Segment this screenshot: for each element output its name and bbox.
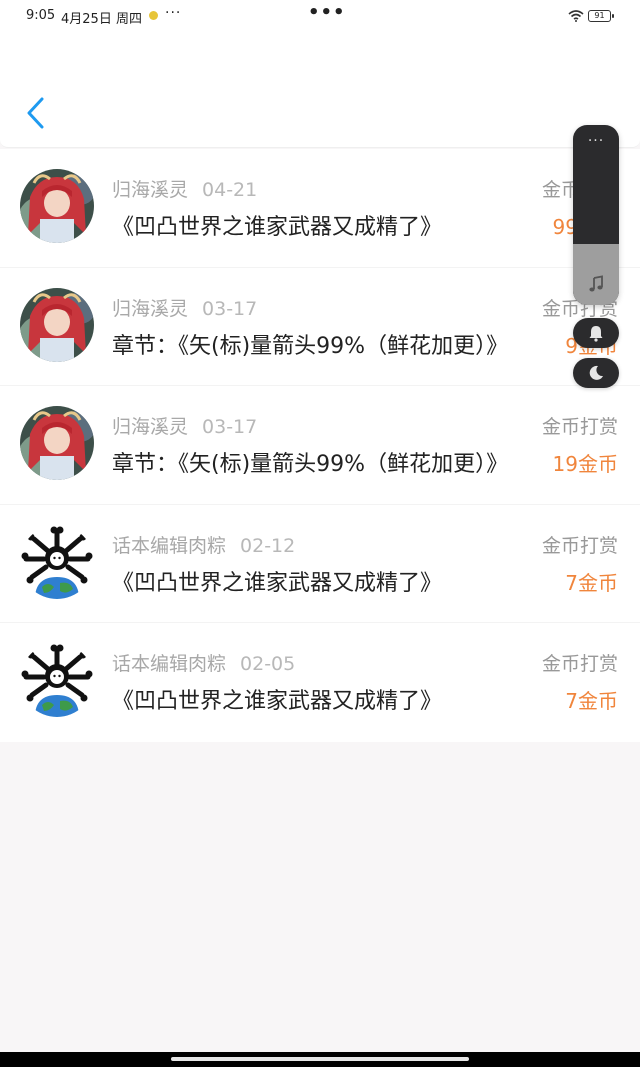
username: 归海溪灵 xyxy=(112,297,189,320)
record-meta: 归海溪灵 03-17 xyxy=(112,294,257,321)
record-meta: 归海溪灵 04-21 xyxy=(112,175,257,202)
reward-type: 金币打赏 xyxy=(541,653,618,675)
username: 归海溪灵 xyxy=(112,179,189,201)
user-avatar[interactable] xyxy=(20,287,94,362)
gesture-nav-bar xyxy=(0,1052,640,1067)
record-meta: 话本编辑肉粽 02-12 xyxy=(112,531,295,558)
wifi-icon xyxy=(568,10,584,22)
work-title: 《凹凸世界之谁家武器又成精了》 xyxy=(112,689,443,714)
list-item[interactable]: 话本编辑肉粽 02-05 《凹凸世界之谁家武器又成精了》 金币打赏 7金币 xyxy=(0,623,640,742)
user-avatar[interactable] xyxy=(20,524,94,599)
user-avatar[interactable] xyxy=(20,643,94,717)
chapter-title: 章节：《矢(标)量箭头99%（鲜花加更）》 xyxy=(112,452,509,477)
panel-menu-dots[interactable]: ··· xyxy=(573,133,619,149)
username: 话本编辑肉粽 xyxy=(112,653,227,675)
anime-girl-avatar xyxy=(20,406,94,480)
bones-globe-avatar xyxy=(20,524,94,599)
reward-record-list: 归海溪灵04-21 《凹凸世界之谁家武器又成精了》 金币打赏 99金币 xyxy=(0,149,640,742)
record-meta: 归海溪灵 03-17 xyxy=(112,412,257,439)
work-title: 《凹凸世界之谁家武器又成精了》 xyxy=(112,215,443,240)
notification-app-icon xyxy=(149,11,158,20)
reward-amount: 7金币 xyxy=(565,570,618,595)
screen: 9:05 4月25日 周四 ··· ••• 91 归海溪灵 04-21 《凹凸世… xyxy=(0,0,640,1067)
home-gesture-handle[interactable] xyxy=(171,1057,469,1061)
record-date: 03-17 xyxy=(202,416,258,438)
chapter-title: 章节：《矢(标)量箭头99%（鲜花加更）》 xyxy=(112,333,509,359)
floating-volume-panel[interactable]: ··· xyxy=(573,125,619,305)
record-date: 03-17 xyxy=(202,297,258,320)
chevron-left-icon[interactable] xyxy=(22,94,48,132)
anime-girl-avatar xyxy=(20,287,94,362)
page-header xyxy=(0,32,640,148)
list-item[interactable]: 归海溪灵03-17 章节：《矢(标)量箭头99%（鲜花加更）》 金币打赏 9金币 xyxy=(0,268,640,386)
moon-icon xyxy=(589,365,603,380)
reward-type: 金币打赏 xyxy=(541,416,618,438)
list-item[interactable]: 归海溪灵 03-17 章节：《矢(标)量箭头99%（鲜花加更）》 金币打赏 19金… xyxy=(0,386,640,505)
dnd-mode-button[interactable] xyxy=(573,358,619,388)
bones-globe-avatar xyxy=(20,643,94,717)
username: 归海溪灵 xyxy=(112,416,189,438)
multiwindow-dots[interactable]: ••• xyxy=(308,2,346,23)
status-bar: 9:05 4月25日 周四 ··· ••• 91 xyxy=(0,0,640,32)
bell-icon xyxy=(589,326,603,342)
record-date: 02-12 xyxy=(240,534,296,557)
battery-indicator: 91 xyxy=(588,10,614,22)
status-time: 9:05 xyxy=(26,8,56,23)
work-title: 《凹凸世界之谁家武器又成精了》 xyxy=(112,570,443,596)
user-avatar[interactable] xyxy=(20,406,94,480)
status-more: ··· xyxy=(165,5,182,21)
status-date: 4月25日 周四 xyxy=(61,12,142,27)
music-note-icon xyxy=(589,275,603,292)
reward-amount: 7金币 xyxy=(565,689,618,713)
record-meta: 话本编辑肉粽 02-05 xyxy=(112,649,295,676)
username: 话本编辑肉粽 xyxy=(112,534,227,557)
list-item[interactable]: 话本编辑肉粽 02-12 《凹凸世界之谁家武器又成精了》 金币打赏 7金币 xyxy=(0,505,640,623)
record-date: 04-21 xyxy=(202,179,258,201)
reward-type: 金币打赏 xyxy=(541,534,618,557)
record-date: 02-05 xyxy=(240,653,296,675)
list-item[interactable]: 归海溪灵04-21 《凹凸世界之谁家武器又成精了》 金币打赏 99金币 xyxy=(0,149,640,268)
reward-amount: 19金币 xyxy=(552,452,618,476)
ring-mode-button[interactable] xyxy=(573,318,619,348)
user-avatar[interactable] xyxy=(20,169,94,243)
anime-girl-avatar xyxy=(20,169,94,243)
